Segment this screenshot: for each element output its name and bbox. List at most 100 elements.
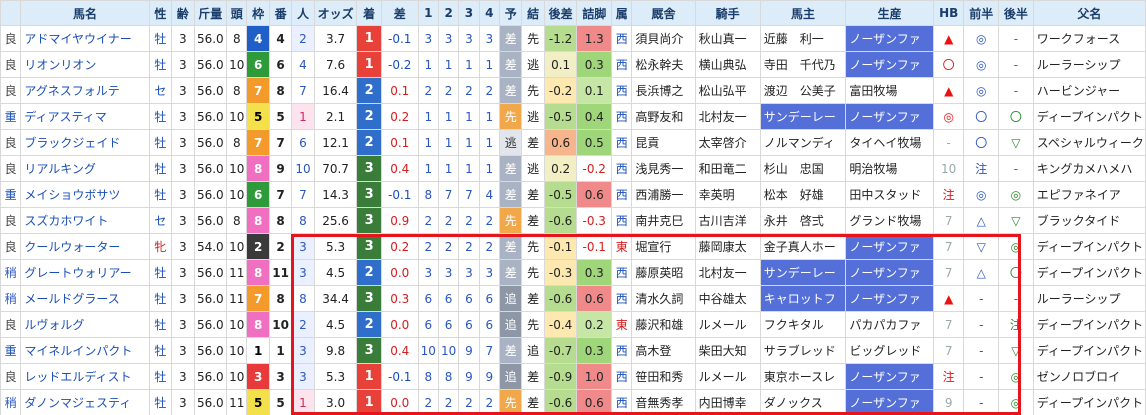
- column-header[interactable]: 人: [291, 0, 315, 26]
- corner3-cell: 1: [458, 51, 480, 78]
- horse-name[interactable]: ブラックジェイド: [20, 129, 150, 156]
- margin-cell: -0.1: [380, 181, 419, 208]
- column-header[interactable]: 齢: [171, 0, 195, 26]
- corner4-cell: 2: [478, 389, 501, 415]
- popularity-cell: 7: [291, 77, 315, 104]
- column-header[interactable]: 番: [268, 0, 293, 26]
- column-header[interactable]: オッズ: [313, 0, 358, 26]
- column-header[interactable]: 後差: [543, 0, 578, 26]
- second-half-cell: -: [998, 77, 1034, 104]
- horse-name[interactable]: ルヴォルグ: [20, 311, 150, 338]
- sire-cell: ゼンノロブロイ: [1032, 363, 1146, 390]
- prediction-cell: 差: [499, 181, 523, 208]
- table-row: 重マイネルインパクト牡 3 56.0 10 1 1 3 9.8 3 0.4 10 10 9 7 差追 -0.7…: [0, 337, 1146, 364]
- horse-name[interactable]: リアルキング: [20, 155, 150, 182]
- column-header[interactable]: 厩舎: [631, 0, 696, 26]
- corner4-cell: 9: [478, 363, 501, 390]
- column-header[interactable]: 属: [611, 0, 633, 26]
- horse-number-cell: 8: [268, 77, 293, 104]
- horse-name[interactable]: アドマイヤウイナー: [20, 25, 150, 52]
- sire-cell: ディープインパクト: [1032, 233, 1146, 260]
- first-half-cell: ◎: [963, 77, 1000, 104]
- prediction-cell: 先: [499, 103, 523, 130]
- column-header[interactable]: 予: [499, 0, 523, 26]
- column-header[interactable]: 生産: [845, 0, 934, 26]
- field-size-cell: 8: [226, 129, 248, 156]
- column-header[interactable]: 馬名: [20, 0, 150, 26]
- corner3-cell: 1: [458, 155, 480, 182]
- closing-cell: 1.0: [576, 363, 613, 390]
- owner-cell: 松本 好雄: [759, 181, 847, 208]
- baba-cell: 稍: [0, 259, 22, 286]
- horse-name[interactable]: アグネスフォルテ: [20, 77, 150, 104]
- corner4-cell: 1: [478, 129, 501, 156]
- horse-name[interactable]: マイネルインパクト: [20, 337, 150, 364]
- horse-name[interactable]: メイショウボサツ: [20, 181, 150, 208]
- column-header[interactable]: 枠: [246, 0, 270, 26]
- horse-number-cell: 6: [268, 51, 293, 78]
- column-header[interactable]: 斤量: [193, 0, 228, 26]
- jockey-cell: 横山典弘: [694, 51, 761, 78]
- hb-cell: ▲: [932, 77, 965, 104]
- jockey-cell: 北村友一: [694, 259, 761, 286]
- result-style-cell: 差: [521, 207, 545, 234]
- horse-name[interactable]: レッドエルディスト: [20, 363, 150, 390]
- prediction-cell: 差: [499, 259, 523, 286]
- column-header[interactable]: 詰脚: [576, 0, 613, 26]
- waku-cell: 8: [246, 259, 270, 286]
- column-header[interactable]: 頭: [226, 0, 248, 26]
- race-results-table: 馬名性齢斤量頭枠番人オッズ着差 1 2 3 4 予結後差 詰脚属厩舎 騎手 馬主 生産 HB 前半 後半…: [0, 0, 1146, 415]
- column-header[interactable]: 差: [380, 0, 419, 26]
- popularity-cell: 3: [291, 337, 315, 364]
- prediction-cell: 差: [499, 233, 523, 260]
- column-header[interactable]: 1: [417, 0, 439, 26]
- horse-number-cell: 4: [268, 25, 293, 52]
- horse-name[interactable]: クールウォーター: [20, 233, 150, 260]
- field-size-cell: 10: [226, 155, 248, 182]
- horse-name[interactable]: ディアスティマ: [20, 103, 150, 130]
- column-header[interactable]: 前半: [963, 0, 1000, 26]
- column-header[interactable]: 後半: [998, 0, 1034, 26]
- horse-name[interactable]: メールドグラース: [20, 285, 150, 312]
- age-cell: 3: [171, 77, 195, 104]
- column-header[interactable]: 3: [458, 0, 480, 26]
- late-diff-cell: -0.2: [543, 77, 578, 104]
- breeder-cell: 明治牧場: [845, 155, 934, 182]
- popularity-cell: 2: [291, 311, 315, 338]
- prediction-cell: 差: [499, 337, 523, 364]
- horse-name[interactable]: ダノンマジェスティ: [20, 389, 150, 415]
- corner2-cell: 6: [437, 311, 460, 338]
- hb-cell: 〇: [932, 51, 965, 78]
- column-header[interactable]: 4: [478, 0, 501, 26]
- horse-name[interactable]: スズカホワイト: [20, 207, 150, 234]
- second-half-cell: 〇: [998, 103, 1034, 130]
- column-header[interactable]: 着: [356, 0, 382, 26]
- age-cell: 3: [171, 207, 195, 234]
- age-cell: 3: [171, 311, 195, 338]
- popularity-cell: 1: [291, 389, 315, 415]
- column-header[interactable]: 性: [148, 0, 173, 26]
- column-header[interactable]: 父名: [1032, 0, 1146, 26]
- hb-cell: 注: [932, 363, 965, 390]
- horse-name[interactable]: グレートウォリアー: [20, 259, 150, 286]
- second-half-cell: ◎: [998, 389, 1034, 415]
- column-header[interactable]: 騎手: [694, 0, 761, 26]
- prediction-cell: 逃: [499, 129, 523, 156]
- corner1-cell: 2: [417, 233, 439, 260]
- odds-cell: 4.5: [313, 311, 358, 338]
- sire-cell: ディープインパクト: [1032, 311, 1146, 338]
- result-style-cell: 差: [521, 181, 545, 208]
- first-half-cell: △: [963, 259, 1000, 286]
- table-row: 稍グレートウォリアー牡 3 56.0 11 8 11 3 4.5 2 0.0 3 3 3 3 差先 -0.3 0…: [0, 259, 1146, 286]
- affiliation-cell: 西: [611, 103, 633, 130]
- column-header[interactable]: 結: [521, 0, 545, 26]
- trainer-cell: 笹田和秀: [631, 363, 696, 390]
- column-header[interactable]: [0, 0, 22, 26]
- horse-name[interactable]: リオンリオン: [20, 51, 150, 78]
- table-row: 良リオンリオン牡 3 56.0 10 6 6 4 7.6 1 -0.2 1 1 1 1 差逃 0.1 0.3 西松…: [0, 51, 1146, 78]
- late-diff-cell: 0.1: [543, 51, 578, 78]
- column-header[interactable]: 馬主: [759, 0, 847, 26]
- column-header[interactable]: HB: [932, 0, 965, 26]
- column-header[interactable]: 2: [437, 0, 460, 26]
- owner-cell: 寺田 千代乃: [759, 51, 847, 78]
